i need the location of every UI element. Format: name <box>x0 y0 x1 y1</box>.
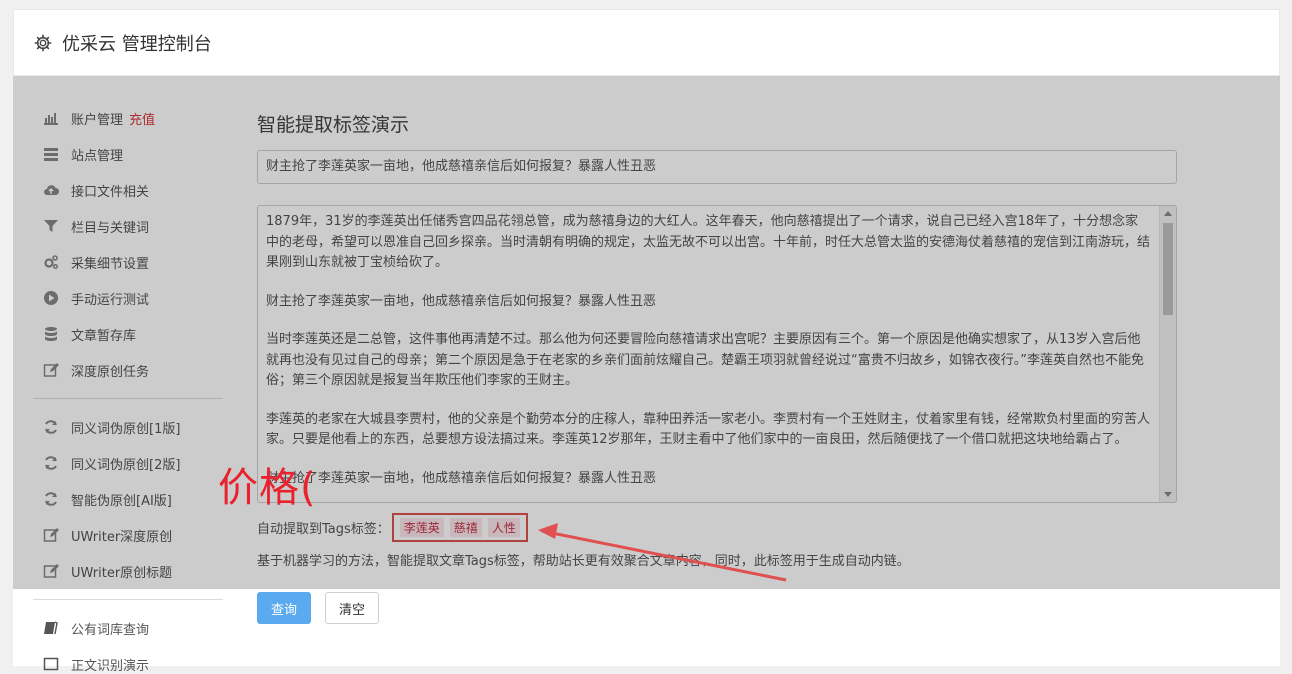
sidebar-item-label: 账户管理 <box>71 112 124 128</box>
edit-icon <box>43 527 59 543</box>
sidebar-item-label: 文章暂存库 <box>71 328 137 344</box>
sidebar-item-uwriter-title[interactable]: UWriter原创标题 <box>43 561 172 581</box>
sidebar-item-text-recognition[interactable]: 正文识别演示 <box>43 654 149 674</box>
sidebar-item-sites[interactable]: 站点管理 <box>43 144 123 164</box>
sidebar-item-columns-keywords[interactable]: 栏目与关键词 <box>43 216 149 236</box>
play-circle-icon <box>43 290 59 306</box>
page-header-title: 优采云 管理控制台 <box>62 33 212 55</box>
refresh-icon <box>43 491 59 507</box>
article-paragraph: 当时李莲英还是二总管，这件事他再清楚不过。那么他为何还要冒险向慈禧请求出宫呢？主… <box>266 332 1144 388</box>
tags-label: 自动提取到Tags标签： <box>257 521 390 537</box>
tag-badge: 慈禧 <box>449 517 482 537</box>
scroll-up-arrow-icon[interactable] <box>1164 211 1172 216</box>
bar-chart-icon <box>43 110 59 126</box>
article-paragraph: 李莲英的老家在大城县李贾村，他的父亲是个勤劳本分的庄稼人，靠种田养活一家老小。李… <box>266 411 1151 448</box>
sidebar-item-label: UWriter原创标题 <box>71 565 173 581</box>
tag-badge: 李莲英 <box>399 517 444 537</box>
sidebar-item-interface-files[interactable]: 接口文件相关 <box>43 180 149 200</box>
sidebar-item-label: 公有词库查询 <box>71 622 150 638</box>
sidebar-item-ai-rewrite[interactable]: 智能伪原创[AI版] <box>43 489 172 509</box>
sidebar-item-label: 栏目与关键词 <box>71 220 150 236</box>
sidebar-item-label: 正文识别演示 <box>71 658 150 674</box>
scroll-thumb[interactable] <box>1163 223 1173 315</box>
sidebar-item-label: 接口文件相关 <box>71 184 150 200</box>
gear-icon <box>34 34 52 52</box>
sidebar-item-synonym-v1[interactable]: 同义词伪原创[1版] <box>43 417 180 437</box>
book-icon <box>43 620 59 636</box>
clear-button[interactable]: 清空 <box>325 592 379 624</box>
top-header: 优采云 管理控制台 <box>13 9 1280 76</box>
scroll-down-arrow-icon[interactable] <box>1164 492 1172 497</box>
page-title: 智能提取标签演示 <box>257 114 410 136</box>
edit-icon <box>43 563 59 579</box>
tags-highlight-box: 李莲英 慈禧 人性 <box>391 512 528 542</box>
sidebar-divider <box>33 398 223 399</box>
sidebar-item-account[interactable]: 账户管理 充值 <box>43 108 155 128</box>
tags-row: 自动提取到Tags标签： 李莲英 慈禧 人性 <box>257 512 528 542</box>
tag-badge: 人性 <box>487 517 520 537</box>
sidebar-item-public-lexicon[interactable]: 公有词库查询 <box>43 618 149 638</box>
query-button[interactable]: 查询 <box>257 592 311 624</box>
sidebar-item-label: 同义词伪原创[2版] <box>71 457 181 473</box>
article-content-textarea[interactable]: 1879年，31岁的李莲英出任储秀宫四品花翎总管，成为慈禧身边的大红人。这年春天… <box>257 205 1177 503</box>
sidebar-item-label: UWriter深度原创 <box>71 529 173 545</box>
sidebar-item-manual-run[interactable]: 手动运行测试 <box>43 288 149 308</box>
recharge-link[interactable]: 充值 <box>129 109 155 128</box>
sidebar-item-label: 采集细节设置 <box>71 256 150 272</box>
sidebar-item-label: 智能伪原创[AI版] <box>71 493 172 509</box>
sidebar-item-label: 手动运行测试 <box>71 292 150 308</box>
sidebar-item-deep-original[interactable]: 深度原创任务 <box>43 360 149 380</box>
refresh-icon <box>43 419 59 435</box>
list-icon <box>43 146 59 162</box>
sidebar-item-synonym-v2[interactable]: 同义词伪原创[2版] <box>43 453 180 473</box>
annotation-text: 价格( <box>218 465 317 511</box>
edit-icon <box>43 362 59 378</box>
textarea-scrollbar[interactable] <box>1159 206 1176 502</box>
sidebar-item-article-storage[interactable]: 文章暂存库 <box>43 324 136 344</box>
window-icon <box>43 656 59 672</box>
database-icon <box>43 326 59 342</box>
article-title-input[interactable]: 财主抢了李莲英家一亩地，他成慈禧亲信后如何报复？暴露人性丑恶 <box>257 150 1177 184</box>
annotation-arrow-icon <box>538 523 787 582</box>
refresh-icon <box>43 455 59 471</box>
cogs-icon <box>43 254 59 270</box>
article-paragraph: 财主抢了李莲英家一亩地，他成慈禧亲信后如何报复？暴露人性丑恶 <box>266 293 657 309</box>
filter-icon <box>43 218 59 234</box>
sidebar-item-label: 站点管理 <box>71 148 124 164</box>
article-paragraph: 财主抢了李莲英家一亩地，他成慈禧亲信后如何报复？暴露人性丑恶 <box>266 470 657 486</box>
sidebar-item-label: 同义词伪原创[1版] <box>71 421 181 437</box>
sidebar-item-collect-settings[interactable]: 采集细节设置 <box>43 252 149 272</box>
cloud-upload-icon <box>43 182 59 198</box>
sidebar-item-label: 深度原创任务 <box>71 364 150 380</box>
article-content-text: 1879年，31岁的李莲英出任储秀宫四品花翎总管，成为慈禧身边的大红人。这年春天… <box>258 206 1159 502</box>
article-paragraph: 1879年，31岁的李莲英出任储秀宫四品花翎总管，成为慈禧身边的大红人。这年春天… <box>266 214 1151 270</box>
sidebar-divider <box>33 599 223 600</box>
sidebar-item-uwriter-deep[interactable]: UWriter深度原创 <box>43 525 172 545</box>
